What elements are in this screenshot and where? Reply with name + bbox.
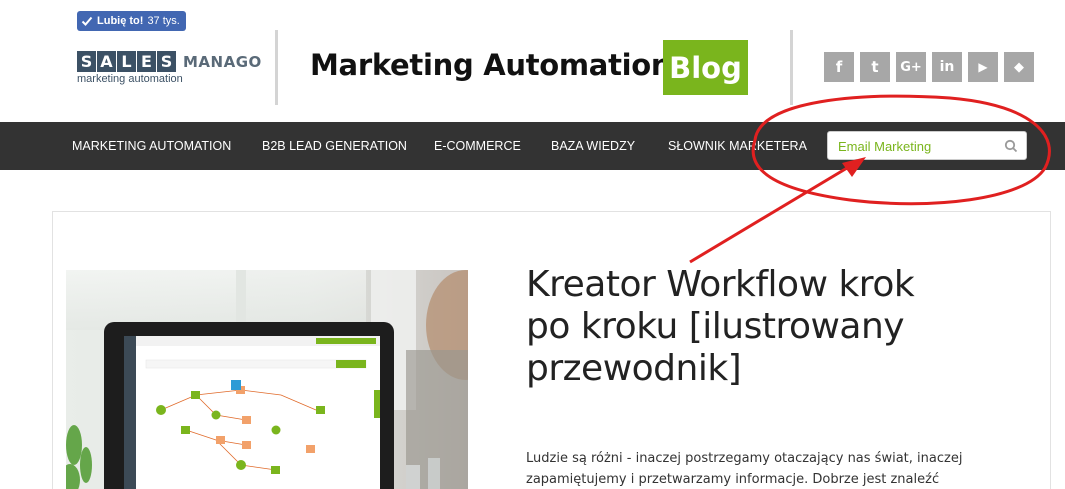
nav-item-baza-wiedzy[interactable]: BAZA WIEDZY (551, 122, 635, 170)
linkedin-icon[interactable]: in (932, 52, 962, 82)
feedly-icon[interactable]: ◆ (1004, 52, 1034, 82)
youtube-icon[interactable]: ▶ (968, 52, 998, 82)
google-plus-icon[interactable]: G+ (896, 52, 926, 82)
facebook-icon[interactable]: f (824, 52, 854, 82)
search-box (827, 131, 1027, 160)
like-label: Lubię to! (97, 15, 144, 27)
blog-badge[interactable]: Blog (663, 40, 748, 95)
search-icon[interactable] (1004, 139, 1018, 153)
nav-item-marketing-automation[interactable]: MARKETING AUTOMATION (72, 122, 231, 170)
logo-letter: E (137, 51, 156, 72)
article-title[interactable]: Kreator Workflow krok po kroku [ilustrow… (526, 264, 966, 390)
logo-letter: S (77, 51, 96, 72)
salesmanago-logo[interactable]: S A L E S MANAGO marketing automation (77, 51, 262, 85)
article-excerpt: Ludzie są różni - inaczej postrzegamy ot… (526, 451, 963, 487)
nav-item-slownik-marketera[interactable]: SŁOWNIK MARKETERA (668, 122, 807, 170)
nav-item-e-commerce[interactable]: E-COMMERCE (434, 122, 521, 170)
logo-letter: A (97, 51, 116, 72)
logo-letter: L (117, 51, 136, 72)
logo-word: MANAGO (183, 52, 262, 71)
header-divider (275, 30, 278, 105)
logo-letter: S (157, 51, 176, 72)
check-icon (81, 16, 93, 26)
site-title[interactable]: Marketing Automation (310, 48, 672, 82)
search-input[interactable] (838, 138, 998, 154)
nav-item-b2b-lead-generation[interactable]: B2B LEAD GENERATION (262, 122, 407, 170)
like-count: 37 tys. (147, 15, 180, 27)
logo-tagline: marketing automation (77, 73, 183, 85)
article-hero-image[interactable] (66, 270, 468, 489)
social-links: f t G+ in ▶ ◆ (824, 52, 1034, 82)
twitter-icon[interactable]: t (860, 52, 890, 82)
header-divider (790, 30, 793, 105)
facebook-like-button[interactable]: Lubię to! 37 tys. (77, 11, 186, 31)
